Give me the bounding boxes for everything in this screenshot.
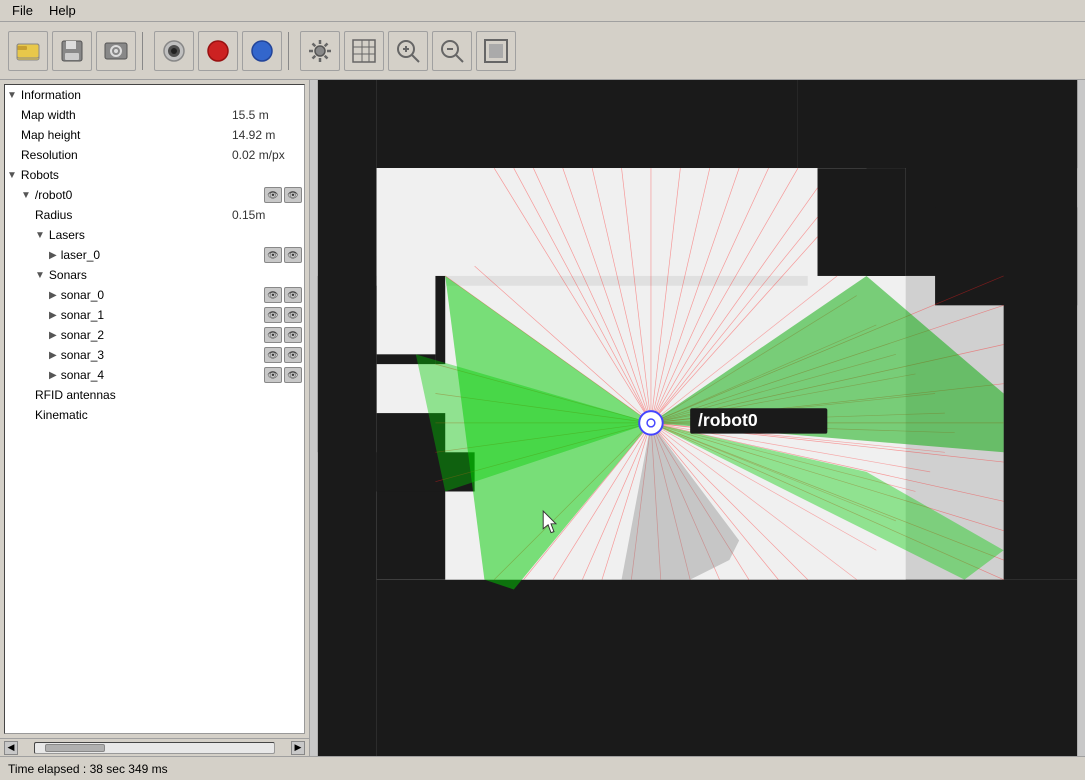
robot0-label: /robot0 xyxy=(35,188,262,202)
main-area: ▼ Information Map width 15.5 m Map heigh… xyxy=(0,80,1085,756)
information-label: Information xyxy=(21,88,302,102)
zoom-in-btn[interactable] xyxy=(388,31,428,71)
sonar2-label: sonar_2 xyxy=(61,328,262,342)
tree-resolution[interactable]: Resolution 0.02 m/px xyxy=(5,145,304,165)
sonar4-eye2-btn[interactable]: 👁 xyxy=(284,367,302,383)
left-scrollbar: ◀ ▶ xyxy=(0,738,309,756)
menubar: File Help xyxy=(0,0,1085,22)
record-btn[interactable] xyxy=(198,31,238,71)
sonar2-expand-icon: ▶ xyxy=(49,330,57,341)
status-text: Time elapsed : 38 sec 349 ms xyxy=(8,762,168,776)
scroll-right-btn[interactable]: ▶ xyxy=(291,741,305,755)
sonars-expand-icon: ▼ xyxy=(35,270,45,281)
separator-2 xyxy=(288,32,294,70)
laser0-eye2-btn[interactable]: 👁 xyxy=(284,247,302,263)
tree-robot0[interactable]: ▼ /robot0 👁 👁 xyxy=(5,185,304,205)
sonar0-eye-btn[interactable]: 👁 xyxy=(264,287,282,303)
map-height-label: Map height xyxy=(21,128,232,142)
tree-view[interactable]: ▼ Information Map width 15.5 m Map heigh… xyxy=(4,84,305,734)
radius-label: Radius xyxy=(35,208,232,222)
visualization-canvas: /robot0 xyxy=(310,80,1085,756)
right-panel[interactable]: /robot0 xyxy=(310,80,1085,756)
scrollbar-thumb[interactable] xyxy=(45,744,105,752)
sonar1-eye2-btn[interactable]: 👁 xyxy=(284,307,302,323)
map-width-label: Map width xyxy=(21,108,232,122)
horizontal-scrollbar[interactable] xyxy=(34,742,275,754)
laser0-expand-icon: ▶ xyxy=(49,250,57,261)
zoom-out-btn[interactable] xyxy=(432,31,472,71)
tree-sonar3[interactable]: ▶ sonar_3 👁 👁 xyxy=(5,345,304,365)
tree-map-width[interactable]: Map width 15.5 m xyxy=(5,105,304,125)
expand-icon: ▼ xyxy=(7,90,17,101)
tree-radius[interactable]: Radius 0.15m xyxy=(5,205,304,225)
sonar0-expand-icon: ▶ xyxy=(49,290,57,301)
robot0-eye2-btn[interactable]: 👁 xyxy=(284,187,302,203)
statusbar: Time elapsed : 38 sec 349 ms xyxy=(0,756,1085,780)
menu-help[interactable]: Help xyxy=(41,1,84,20)
sonar4-eye-btn[interactable]: 👁 xyxy=(264,367,282,383)
tree-lasers[interactable]: ▼ Lasers xyxy=(5,225,304,245)
lasers-expand-icon: ▼ xyxy=(35,230,45,241)
sonar3-eye-btn[interactable]: 👁 xyxy=(264,347,282,363)
robot0-expand-icon: ▼ xyxy=(21,190,31,201)
lasers-label: Lasers xyxy=(49,228,302,242)
tree-laser0[interactable]: ▶ laser_0 👁 👁 xyxy=(5,245,304,265)
fullscreen-btn[interactable] xyxy=(476,31,516,71)
sonars-label: Sonars xyxy=(49,268,302,282)
tree-sonar1[interactable]: ▶ sonar_1 👁 👁 xyxy=(5,305,304,325)
sonar3-label: sonar_3 xyxy=(61,348,262,362)
tree-sonar4[interactable]: ▶ sonar_4 👁 👁 xyxy=(5,365,304,385)
stop-btn[interactable] xyxy=(242,31,282,71)
sonar3-expand-icon: ▶ xyxy=(49,350,57,361)
toolbar xyxy=(0,22,1085,80)
tree-sonars[interactable]: ▼ Sonars xyxy=(5,265,304,285)
resolution-value: 0.02 m/px xyxy=(232,148,302,162)
sonar2-eye2-btn[interactable]: 👁 xyxy=(284,327,302,343)
menu-file[interactable]: File xyxy=(4,1,41,20)
radius-value: 0.15m xyxy=(232,208,302,222)
tree-robots[interactable]: ▼ Robots xyxy=(5,165,304,185)
sonar1-label: sonar_1 xyxy=(61,308,262,322)
sonar4-expand-icon: ▶ xyxy=(49,370,57,381)
map-height-value: 14.92 m xyxy=(232,128,302,142)
settings-btn[interactable] xyxy=(300,31,340,71)
tree-kinematic[interactable]: Kinematic xyxy=(5,405,304,425)
laser0-eye-btn[interactable]: 👁 xyxy=(264,247,282,263)
resolution-label: Resolution xyxy=(21,148,232,162)
sonar1-eye-btn[interactable]: 👁 xyxy=(264,307,282,323)
sonar2-eye-btn[interactable]: 👁 xyxy=(264,327,282,343)
screenshot-btn[interactable] xyxy=(96,31,136,71)
robots-expand-icon: ▼ xyxy=(7,170,17,181)
rfid-label: RFID antennas xyxy=(35,388,302,402)
laser0-label: laser_0 xyxy=(61,248,262,262)
tree-sonar2[interactable]: ▶ sonar_2 👁 👁 xyxy=(5,325,304,345)
tree-rfid[interactable]: RFID antennas xyxy=(5,385,304,405)
sonar1-expand-icon: ▶ xyxy=(49,310,57,321)
robots-label: Robots xyxy=(21,168,302,182)
sonar0-eye2-btn[interactable]: 👁 xyxy=(284,287,302,303)
tree-sonar0[interactable]: ▶ sonar_0 👁 👁 xyxy=(5,285,304,305)
sonar4-label: sonar_4 xyxy=(61,368,262,382)
grid-btn[interactable] xyxy=(344,31,384,71)
save-btn[interactable] xyxy=(52,31,92,71)
sonar0-label: sonar_0 xyxy=(61,288,262,302)
scroll-left-btn[interactable]: ◀ xyxy=(4,741,18,755)
svg-text:/robot0: /robot0 xyxy=(698,410,758,430)
separator-1 xyxy=(142,32,148,70)
open-file-btn[interactable] xyxy=(8,31,48,71)
kinematic-label: Kinematic xyxy=(35,408,302,422)
camera-btn[interactable] xyxy=(154,31,194,71)
left-panel: ▼ Information Map width 15.5 m Map heigh… xyxy=(0,80,310,756)
map-width-value: 15.5 m xyxy=(232,108,302,122)
tree-map-height[interactable]: Map height 14.92 m xyxy=(5,125,304,145)
sonar3-eye2-btn[interactable]: 👁 xyxy=(284,347,302,363)
tree-information[interactable]: ▼ Information xyxy=(5,85,304,105)
robot0-eye-btn[interactable]: 👁 xyxy=(264,187,282,203)
